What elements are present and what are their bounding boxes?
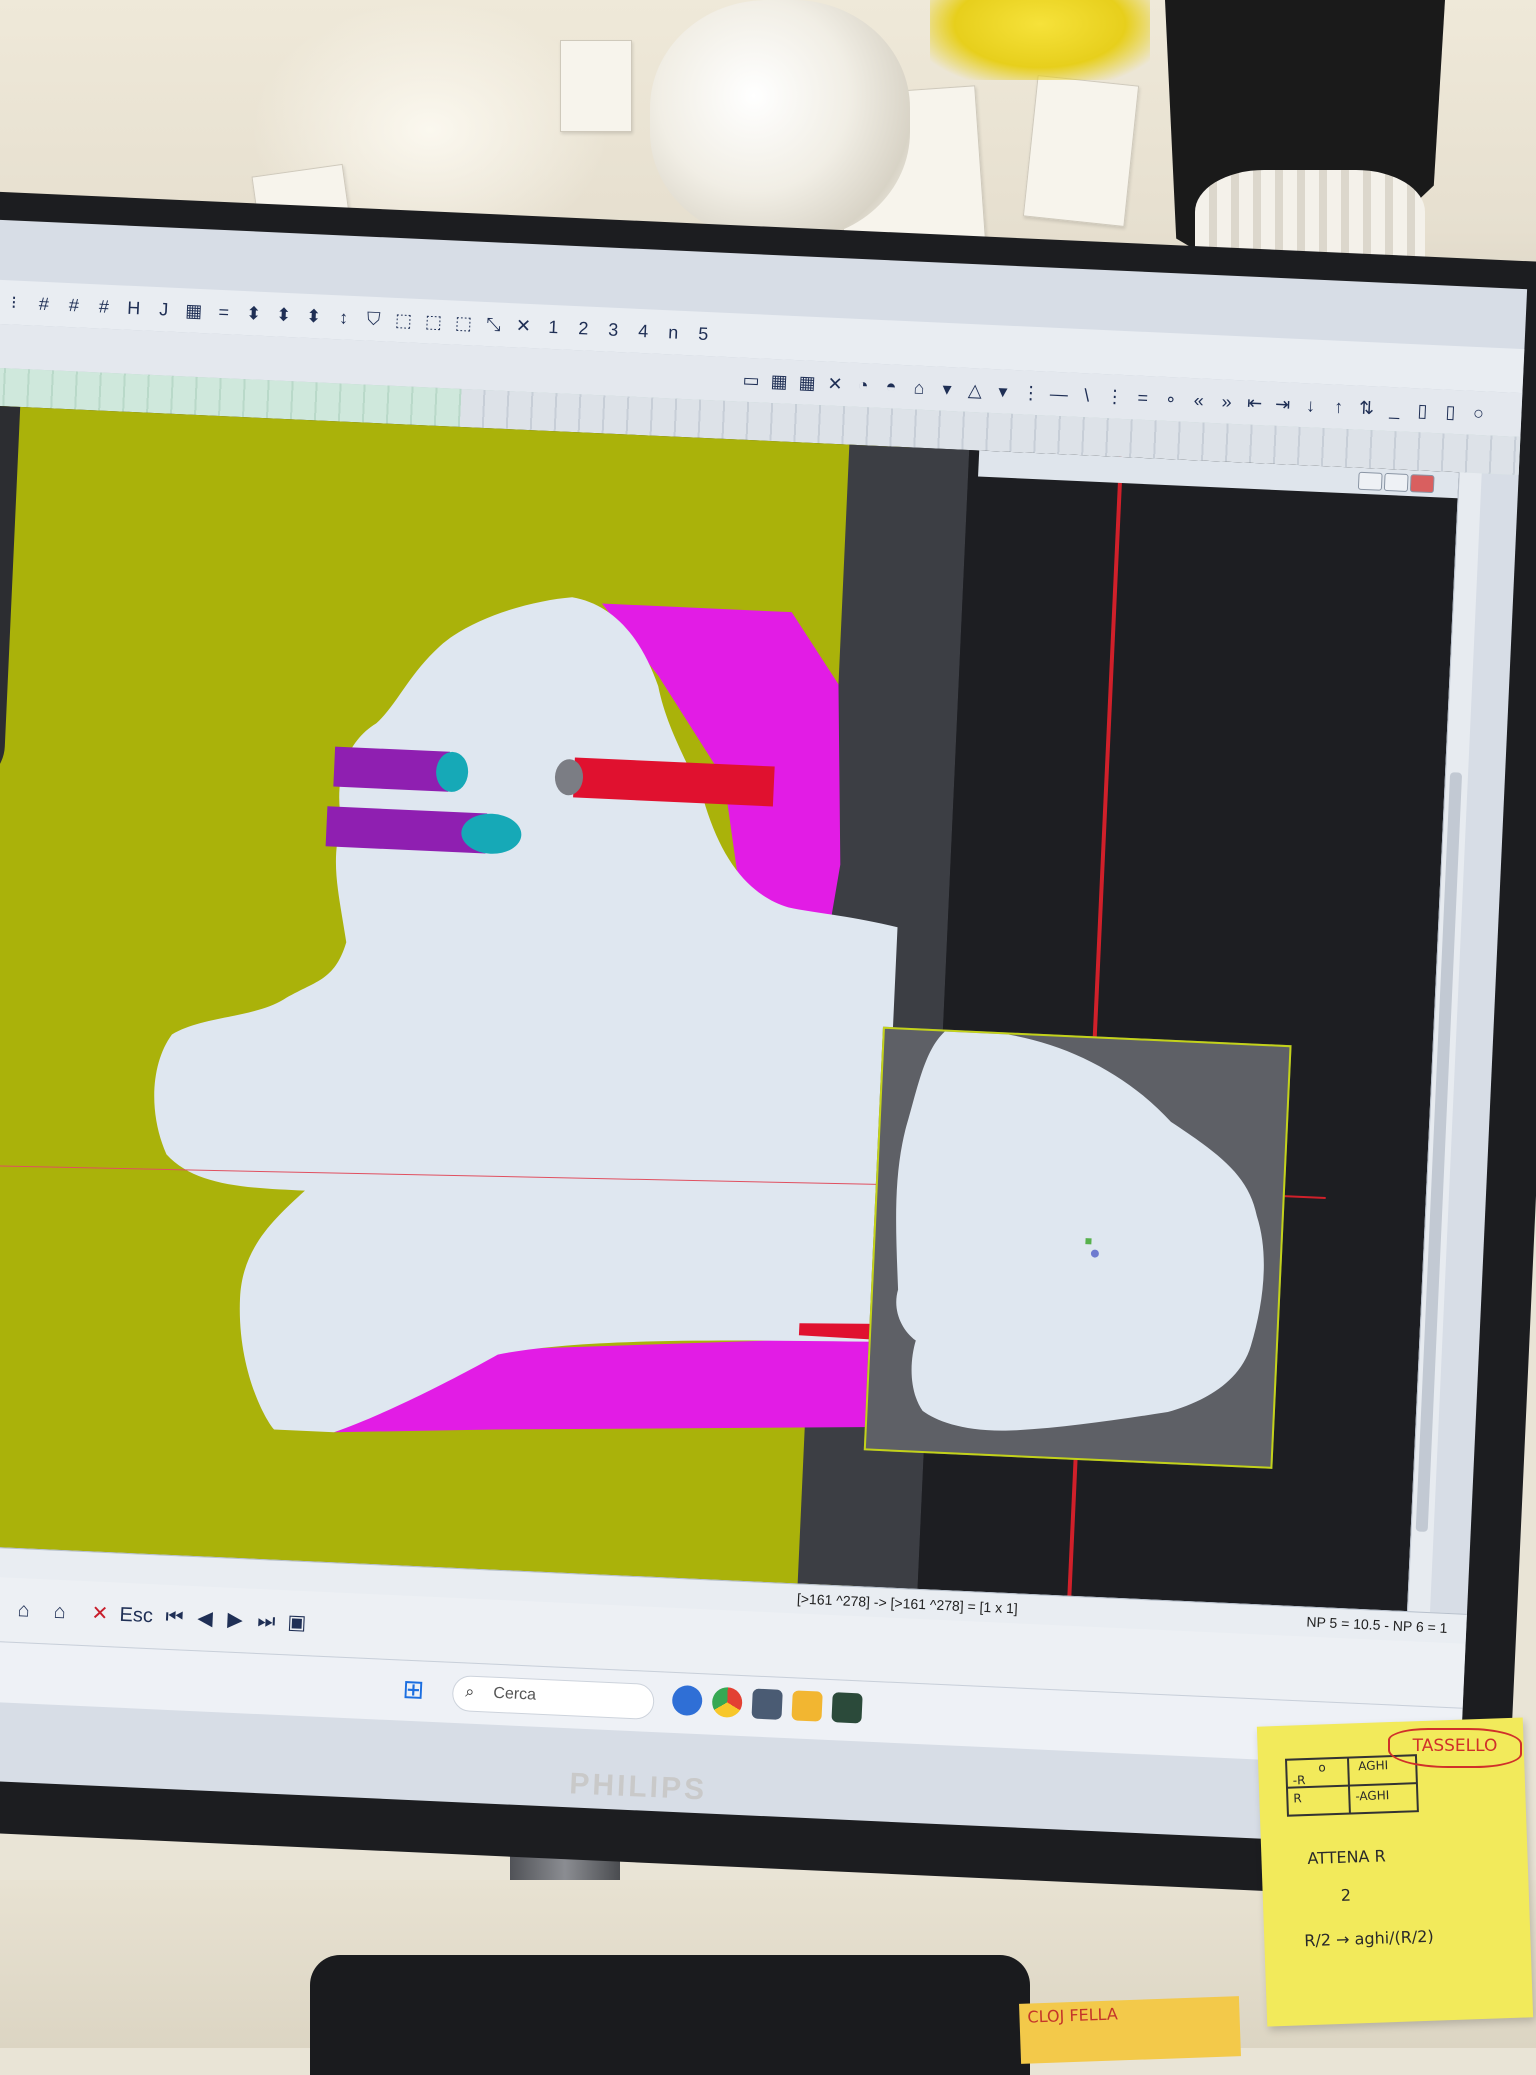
- preview-cursor-green: [1085, 1238, 1092, 1245]
- tb2-tool-icon[interactable]: ▾: [993, 377, 1012, 406]
- pinned-drawing: [1022, 75, 1140, 227]
- tb1-tool-icon[interactable]: ⛉: [364, 305, 383, 334]
- knit-app-icon[interactable]: [831, 1692, 863, 1724]
- tb2-tool-icon[interactable]: ✕: [825, 370, 844, 399]
- tb1-tool-icon[interactable]: ⬍: [304, 302, 323, 331]
- monitor-brand: PHILIPS: [568, 1767, 708, 1807]
- note-cell-r: R: [1293, 1791, 1302, 1806]
- tb2-tool-icon[interactable]: △: [965, 376, 984, 405]
- garment-icon[interactable]: ⌂: [17, 1594, 31, 1627]
- coordinate-readout: [>161 ^278] -> [>161 ^278] = [1 x 1]: [796, 1590, 1019, 1617]
- note-cell-aghi: AGHI: [1358, 1758, 1389, 1774]
- tb1-tool-icon[interactable]: #: [94, 292, 113, 321]
- tb1-tool-icon[interactable]: 3: [604, 315, 623, 344]
- close-button[interactable]: [1409, 474, 1435, 494]
- knit-pattern-shape: [154, 597, 898, 1433]
- orange-note: CLOJ FELLA: [1019, 1996, 1241, 2064]
- file-explorer-icon[interactable]: [791, 1690, 823, 1722]
- windows-start-icon[interactable]: ⊞: [402, 1673, 425, 1706]
- tb1-tool-icon[interactable]: ⬍: [274, 300, 293, 329]
- tb2-tool-icon[interactable]: «: [1189, 386, 1208, 415]
- minimize-button[interactable]: [1357, 471, 1383, 491]
- tb2-tool-icon[interactable]: ⇤: [1245, 389, 1264, 418]
- orange-note-text: CLOJ FELLA: [1027, 2004, 1119, 2027]
- shirt-icon[interactable]: ⌂: [53, 1596, 67, 1629]
- last-page-icon[interactable]: ⏭: [257, 1605, 276, 1638]
- sticky-note-label: TASSELLO: [1388, 1728, 1522, 1768]
- tb2-tool-icon[interactable]: ⇅: [1357, 394, 1376, 423]
- preview-window[interactable]: [863, 1026, 1292, 1469]
- tb1-tool-icon[interactable]: n: [664, 318, 683, 347]
- tb1-tool-icon[interactable]: ⤡: [484, 310, 503, 339]
- tb1-tool-icon[interactable]: 4: [634, 317, 653, 346]
- frame-icon[interactable]: ▣: [287, 1606, 307, 1639]
- tb1-tool-icon[interactable]: ⬚: [454, 309, 473, 338]
- note-line-1: ATTENA R: [1307, 1846, 1386, 1869]
- note-cell-minus-r: -R: [1292, 1773, 1306, 1788]
- np-readout: NP 5 = 10.5 - NP 6 = 1: [1306, 1613, 1448, 1636]
- tb2-tool-icon[interactable]: —: [1049, 380, 1068, 409]
- tb2-tool-icon[interactable]: ▯: [1441, 397, 1460, 426]
- purple-bar-1: [333, 746, 451, 792]
- tb1-tool-icon[interactable]: =: [214, 298, 233, 327]
- monitor-stand-base: [310, 1955, 1030, 2075]
- calculator-icon[interactable]: [751, 1688, 783, 1720]
- tb2-tool-icon[interactable]: =: [1133, 383, 1152, 412]
- tb1-tool-icon[interactable]: 5: [694, 319, 713, 348]
- tb2-tool-icon[interactable]: ◔: [853, 371, 872, 400]
- first-page-icon[interactable]: ⏮: [165, 1601, 184, 1634]
- pinned-photo: [560, 40, 632, 132]
- search-icon: ⌕: [465, 1683, 475, 1701]
- screen: ⁝ # # # H J ▦ = ⬍ ⬍ ⬍ ↕ ⛉ ⬚ ⬚ ⬚ ⤡ ✕ 1 2 3 4 n 5 ▭ ▦ ▦ ✕ ◔ ◓ ⌂ ▾ △ ▾ ⋮ — \ ⋮ =…: [0, 219, 1528, 1848]
- copilot-icon[interactable]: [671, 1684, 703, 1717]
- tb1-tool-icon[interactable]: #: [34, 290, 53, 319]
- tb2-tool-icon[interactable]: »: [1217, 387, 1236, 416]
- tb1-tool-icon[interactable]: ⁝: [4, 288, 23, 317]
- search-placeholder: Cerca: [492, 1684, 537, 1704]
- white-textile-sculpture: [650, 0, 910, 240]
- tb1-tool-icon[interactable]: ✕: [514, 311, 533, 340]
- note-cell-minus-aghi: -AGHI: [1355, 1788, 1390, 1804]
- next-icon[interactable]: ▶: [227, 1604, 244, 1637]
- note-line-2: 2: [1340, 1885, 1352, 1905]
- tb2-tool-icon[interactable]: ◓: [881, 372, 900, 401]
- tb1-tool-icon[interactable]: J: [154, 295, 173, 324]
- tb2-tool-icon[interactable]: \: [1077, 381, 1096, 410]
- tb1-tool-icon[interactable]: ▦: [184, 296, 203, 325]
- tb2-tool-icon[interactable]: ↓: [1301, 391, 1320, 420]
- esc-button[interactable]: Esc: [119, 1599, 154, 1632]
- tb1-tool-icon[interactable]: ⬚: [424, 307, 443, 336]
- tb2-tool-icon[interactable]: ⋮: [1105, 382, 1124, 411]
- preview-shape: [896, 1030, 1264, 1431]
- restore-button[interactable]: [1383, 472, 1409, 492]
- note-cell-o: o: [1318, 1760, 1326, 1775]
- cancel-icon[interactable]: ✕: [91, 1597, 109, 1630]
- tb1-tool-icon[interactable]: H: [124, 294, 143, 323]
- tb2-tool-icon[interactable]: ∘: [1161, 385, 1180, 414]
- tb2-tool-icon[interactable]: ▦: [798, 368, 817, 397]
- tb1-tool-icon[interactable]: 2: [574, 314, 593, 343]
- pattern-canvas[interactable]: [0, 404, 1459, 1612]
- tb2-tool-icon[interactable]: _: [1385, 395, 1404, 424]
- tb2-tool-icon[interactable]: ⋮: [1021, 378, 1040, 407]
- tb1-tool-icon[interactable]: 1: [544, 313, 563, 342]
- tb2-tool-icon[interactable]: ▦: [770, 367, 789, 396]
- tb1-tool-icon[interactable]: ⬍: [244, 299, 263, 328]
- prev-icon[interactable]: ◀: [197, 1602, 214, 1635]
- tb1-tool-icon[interactable]: #: [64, 291, 83, 320]
- tb2-tool-icon[interactable]: ○: [1469, 399, 1488, 428]
- yellow-textile-sample: [930, 0, 1150, 80]
- tb2-tool-icon[interactable]: ⌂: [909, 373, 928, 402]
- tb2-tool-icon[interactable]: ▭: [742, 366, 761, 395]
- tb1-tool-icon[interactable]: ⬚: [394, 306, 413, 335]
- tb2-tool-icon[interactable]: ↑: [1329, 392, 1348, 421]
- tb2-tool-icon[interactable]: ⇥: [1273, 390, 1292, 419]
- taskbar-search[interactable]: ⌕ Cerca: [451, 1674, 655, 1721]
- monitor: ⁝ # # # H J ▦ = ⬍ ⬍ ⬍ ↕ ⛉ ⬚ ⬚ ⬚ ⤡ ✕ 1 2 3 4 n 5 ▭ ▦ ▦ ✕ ◔ ◓ ⌂ ▾ △ ▾ ⋮ — \ ⋮ =…: [0, 190, 1536, 1902]
- tb2-tool-icon[interactable]: ▾: [937, 375, 956, 404]
- chrome-icon[interactable]: [711, 1686, 743, 1719]
- tb1-tool-icon[interactable]: ↕: [334, 303, 353, 332]
- tb2-tool-icon[interactable]: ▯: [1413, 396, 1432, 425]
